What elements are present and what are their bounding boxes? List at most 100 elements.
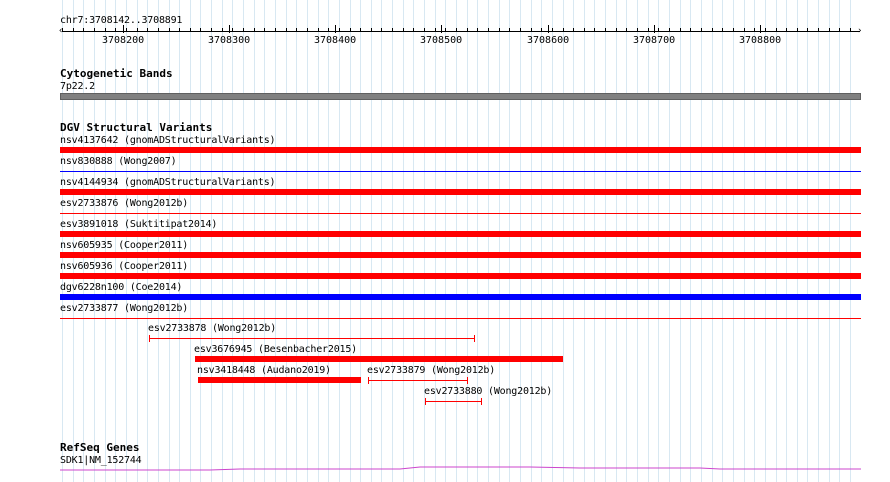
grid-line <box>680 0 681 482</box>
feature-dgv6228n100[interactable] <box>60 294 861 300</box>
feature-esv2733879[interactable] <box>368 377 468 384</box>
feature-esv2733880[interactable] <box>425 398 482 405</box>
ruler-region-label: chr7:3708142..3708891 <box>60 15 183 26</box>
refseq-gene-model[interactable] <box>60 462 861 474</box>
ruler-minor-tick <box>275 28 276 32</box>
ruler-minor-tick <box>371 28 372 32</box>
ruler-minor-tick <box>605 28 606 32</box>
ruler-minor-tick <box>818 28 819 32</box>
ruler-minor-tick <box>520 28 521 32</box>
ruler-minor-tick <box>435 28 436 32</box>
grid-line <box>456 0 457 482</box>
ruler-minor-tick <box>158 28 159 32</box>
grid-line <box>616 0 617 482</box>
ruler-minor-tick <box>179 28 180 32</box>
grid-line <box>435 0 436 482</box>
feature-nsv4137642[interactable] <box>60 147 861 153</box>
ruler-minor-tick <box>658 28 659 32</box>
genome-browser: chr7:3708142..3708891 ‹ › 3708200 3708300… <box>0 0 890 482</box>
grid-line <box>307 0 308 482</box>
grid-line <box>563 0 564 482</box>
ruler-minor-tick <box>318 28 319 32</box>
ruler-minor-tick <box>477 28 478 32</box>
grid-line <box>499 0 500 482</box>
ruler-tick-label: 3708400 <box>314 35 357 46</box>
grid-line <box>243 0 244 482</box>
feature-esv3676945[interactable] <box>195 356 563 362</box>
ruler-tick-label: 3708600 <box>527 35 570 46</box>
ruler-minor-tick <box>829 28 830 32</box>
ruler-minor-tick <box>669 28 670 32</box>
ruler-minor-tick <box>190 28 191 32</box>
ruler-minor-tick <box>712 28 713 32</box>
feature-label: nsv3418448 (Audano2019) <box>197 365 331 376</box>
grid-line <box>424 0 425 482</box>
ruler-minor-tick <box>797 28 798 32</box>
feature-nsv605935[interactable] <box>60 252 861 258</box>
grid-line <box>669 0 670 482</box>
grid-line <box>531 0 532 482</box>
ruler-minor-tick <box>573 28 574 32</box>
feature-label: esv2733880 (Wong2012b) <box>424 386 553 397</box>
cytoband-bar[interactable] <box>60 93 861 100</box>
ruler-minor-tick <box>648 28 649 32</box>
ruler-minor-tick <box>360 28 361 32</box>
ruler-minor-tick <box>690 28 691 32</box>
ruler-minor-tick <box>701 28 702 32</box>
grid-line <box>552 0 553 482</box>
cytoband-label: 7p22.2 <box>60 81 95 92</box>
feature-label: nsv605935 (Cooper2011) <box>60 240 189 251</box>
feature-nsv830888[interactable] <box>60 171 861 172</box>
ruler-minor-tick <box>616 28 617 32</box>
grid-line <box>350 0 351 482</box>
grid-line <box>626 0 627 482</box>
grid-line <box>733 0 734 482</box>
ruler-tick-label: 3708300 <box>208 35 251 46</box>
ruler-minor-tick <box>254 28 255 32</box>
ruler-minor-tick <box>381 28 382 32</box>
feature-nsv3418448[interactable] <box>198 377 361 383</box>
ruler-major-tick <box>441 25 442 33</box>
grid-line <box>658 0 659 482</box>
ruler-minor-tick <box>83 28 84 32</box>
feature-nsv605936[interactable] <box>60 273 861 279</box>
ruler-minor-tick <box>105 28 106 32</box>
grid-line <box>371 0 372 482</box>
feature-label: esv3676945 (Besenbacher2015) <box>194 344 357 355</box>
feature-esv2733876[interactable] <box>60 213 861 214</box>
ruler-minor-tick <box>531 28 532 32</box>
grid-line <box>584 0 585 482</box>
grid-line <box>477 0 478 482</box>
feature-esv3891018[interactable] <box>60 231 861 237</box>
ruler-minor-tick <box>552 28 553 32</box>
cytoband-track-title[interactable]: Cytogenetic Bands <box>60 68 173 80</box>
grid-line <box>190 0 191 482</box>
ruler-tick-label: 3708200 <box>102 35 145 46</box>
grid-line <box>318 0 319 482</box>
feature-label: dgv6228n100 (Coe2014) <box>60 282 183 293</box>
grid-line <box>296 0 297 482</box>
grid-line <box>648 0 649 482</box>
ruler-minor-tick <box>509 28 510 32</box>
ruler-minor-tick <box>169 28 170 32</box>
refseq-track-title[interactable]: RefSeq Genes <box>60 442 139 454</box>
ruler-minor-tick <box>765 28 766 32</box>
ruler-minor-tick <box>754 28 755 32</box>
grid-line <box>381 0 382 482</box>
ruler-tick-label: 3708500 <box>420 35 463 46</box>
ruler-major-tick <box>123 25 124 33</box>
dgv-track-title[interactable]: DGV Structural Variants <box>60 122 212 134</box>
feature-esv2733878[interactable] <box>149 335 475 342</box>
scroll-right-arrow[interactable]: › <box>857 27 862 36</box>
ruler-minor-tick <box>296 28 297 32</box>
feature-label: esv2733877 (Wong2012b) <box>60 303 189 314</box>
feature-label: esv2733876 (Wong2012b) <box>60 198 189 209</box>
grid-line <box>200 0 201 482</box>
ruler-minor-tick <box>243 28 244 32</box>
grid-line <box>211 0 212 482</box>
ruler-minor-tick <box>467 28 468 32</box>
grid-line <box>807 0 808 482</box>
feature-esv2733877[interactable] <box>60 318 861 319</box>
ruler-major-tick <box>548 25 549 33</box>
feature-nsv4144934[interactable] <box>60 189 861 195</box>
